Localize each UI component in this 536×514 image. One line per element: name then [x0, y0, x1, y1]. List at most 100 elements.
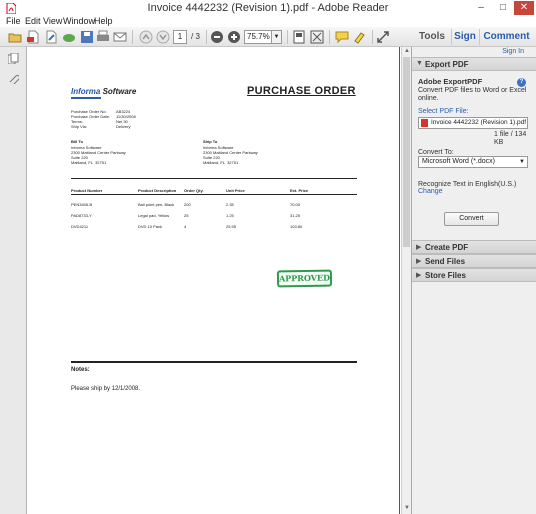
table-cell: 25 — [184, 213, 189, 218]
column-header: Product Description — [138, 188, 177, 193]
table-cell: PEN3406-B — [71, 202, 93, 207]
create-pdf-section-header[interactable]: ▶ Create PDF — [412, 240, 536, 254]
create-pdf-icon[interactable] — [26, 30, 40, 44]
next-page-icon[interactable] — [156, 30, 170, 44]
email-icon[interactable] — [113, 30, 127, 44]
zoom-level-input[interactable]: 75.7% — [244, 30, 272, 44]
create-pdf-label: Create PDF — [425, 243, 469, 252]
fullscreen-icon[interactable] — [310, 30, 324, 44]
bill-to-address: Informa Software 2300 Maitland Center Pa… — [71, 145, 126, 165]
scroll-up-icon[interactable]: ▲ — [403, 48, 411, 56]
maximize-button[interactable]: □ — [496, 1, 510, 15]
export-description: Convert PDF files to Word or Excel onlin… — [418, 87, 527, 102]
export-product-name: Adobe ExportPDF — [418, 77, 483, 86]
store-files-section-header[interactable]: ▶ Store Files — [412, 268, 536, 282]
expand-arrow-icon: ▶ — [416, 258, 422, 265]
send-files-label: Send Files — [425, 257, 466, 266]
help-icon[interactable]: ? — [517, 78, 526, 87]
table-cell: 4 — [184, 224, 187, 229]
prev-page-icon[interactable] — [139, 30, 153, 44]
fit-page-icon[interactable] — [292, 30, 306, 44]
tab-sign[interactable]: Sign — [451, 27, 479, 47]
sign-in-link[interactable]: Sign In — [502, 48, 524, 55]
selected-file-field[interactable]: Invoice 4442232 (Revision 1).pdf — [418, 117, 528, 129]
toolbar-separator — [132, 30, 133, 44]
change-language-link[interactable]: Change — [418, 188, 443, 196]
document-title: PURCHASE ORDER — [247, 85, 356, 97]
chevron-down-icon: ▼ — [519, 159, 525, 165]
menu-help[interactable]: Help — [94, 16, 113, 26]
pdf-file-icon — [421, 119, 428, 127]
navigation-pane — [0, 47, 27, 514]
company-logo: Informa Software — [71, 87, 137, 99]
scroll-down-icon[interactable]: ▼ — [403, 505, 411, 513]
zoom-dropdown-icon[interactable]: ▼ — [272, 30, 282, 44]
table-cell: PAD8733-Y — [71, 213, 92, 218]
order-meta-labels: Purchase Order No: Purchase Order Date: … — [71, 109, 110, 129]
ship-to-address: Informa Software 2300 Maitland Center Pa… — [203, 145, 258, 165]
print-icon[interactable] — [96, 30, 110, 44]
toolbar-separator — [206, 30, 207, 44]
attachments-icon[interactable] — [8, 73, 19, 84]
scroll-thumb[interactable] — [403, 57, 410, 247]
select-pdf-label: Select PDF File: — [418, 108, 469, 115]
convert-to-select[interactable]: Microsoft Word (*.docx) ▼ — [418, 156, 528, 168]
expand-icon[interactable] — [376, 30, 390, 44]
toolbar-separator — [287, 30, 288, 44]
table-cell: Ball point pen, Black — [138, 202, 175, 207]
tab-comment[interactable]: Comment — [479, 27, 534, 47]
document-view[interactable]: Informa Software PURCHASE ORDER Purchase… — [27, 47, 401, 514]
column-header: Ext. Price — [290, 188, 309, 193]
convert-button[interactable]: Convert — [444, 212, 499, 226]
page-total: / 3 — [191, 32, 200, 41]
export-pdf-label: Export PDF — [425, 60, 469, 69]
menu-edit[interactable]: Edit — [25, 16, 41, 26]
highlight-icon[interactable] — [353, 30, 367, 44]
bill-to-heading: Bill To — [71, 139, 83, 144]
expand-arrow-icon: ▶ — [416, 272, 422, 279]
export-pdf-section-header[interactable]: ▼ Export PDF — [412, 57, 536, 71]
table-cell: DVD4211 — [71, 224, 89, 229]
company-name-strong: Informa — [71, 87, 101, 96]
toolbar: 1 / 3 75.7% ▼ Tools Sign Comment — [0, 27, 536, 47]
column-header: Product Number — [71, 188, 103, 193]
page-number-input[interactable]: 1 — [173, 30, 187, 44]
minimize-button[interactable]: – — [474, 1, 488, 15]
store-files-label: Store Files — [425, 271, 466, 280]
send-files-section-header[interactable]: ▶ Send Files — [412, 254, 536, 268]
menu-file[interactable]: File — [6, 16, 21, 26]
ship-to-heading: Ship To — [203, 139, 218, 144]
toolbar-separator — [329, 30, 330, 44]
notes-rule — [71, 361, 357, 363]
table-cell: 31.25 — [290, 213, 301, 218]
table-cell: 200 — [184, 202, 191, 207]
menu-view[interactable]: View — [43, 16, 62, 26]
save-icon[interactable] — [80, 30, 94, 44]
table-cell: DVD 10 Pack — [138, 224, 163, 229]
page-thumbnails-icon[interactable] — [8, 53, 19, 64]
tab-tools[interactable]: Tools — [413, 27, 451, 47]
collapse-icon: ▼ — [416, 60, 423, 67]
toolbar-separator — [372, 30, 373, 44]
company-name-rest: Software — [100, 87, 137, 96]
zoom-out-icon[interactable] — [210, 30, 224, 44]
open-icon[interactable] — [8, 30, 22, 44]
notes-label: Notes: — [71, 367, 90, 373]
document-scrollbar[interactable]: ▲ ▼ — [401, 47, 411, 514]
expand-arrow-icon: ▶ — [416, 244, 422, 251]
cloud-icon[interactable] — [62, 30, 76, 44]
convert-to-value: Microsoft Word (*.docx) — [422, 158, 495, 165]
pdf-page: Informa Software PURCHASE ORDER Purchase… — [28, 47, 400, 514]
window-title: Invoice 4442232 (Revision 1).pdf - Adobe… — [147, 2, 389, 14]
file-info: 1 file / 134 KB — [494, 131, 527, 146]
title-bar: Invoice 4442232 (Revision 1).pdf - Adobe… — [0, 0, 536, 16]
table-header-rule — [71, 194, 357, 195]
table-cell: 25.95 — [226, 224, 237, 229]
menu-window[interactable]: Window — [63, 16, 95, 26]
table-cell: 70.00 — [290, 202, 301, 207]
zoom-in-icon[interactable] — [227, 30, 241, 44]
close-button[interactable]: ✕ — [514, 1, 534, 15]
table-cell: 1.25 — [226, 213, 234, 218]
edit-icon[interactable] — [44, 30, 58, 44]
comment-icon[interactable] — [335, 30, 349, 44]
